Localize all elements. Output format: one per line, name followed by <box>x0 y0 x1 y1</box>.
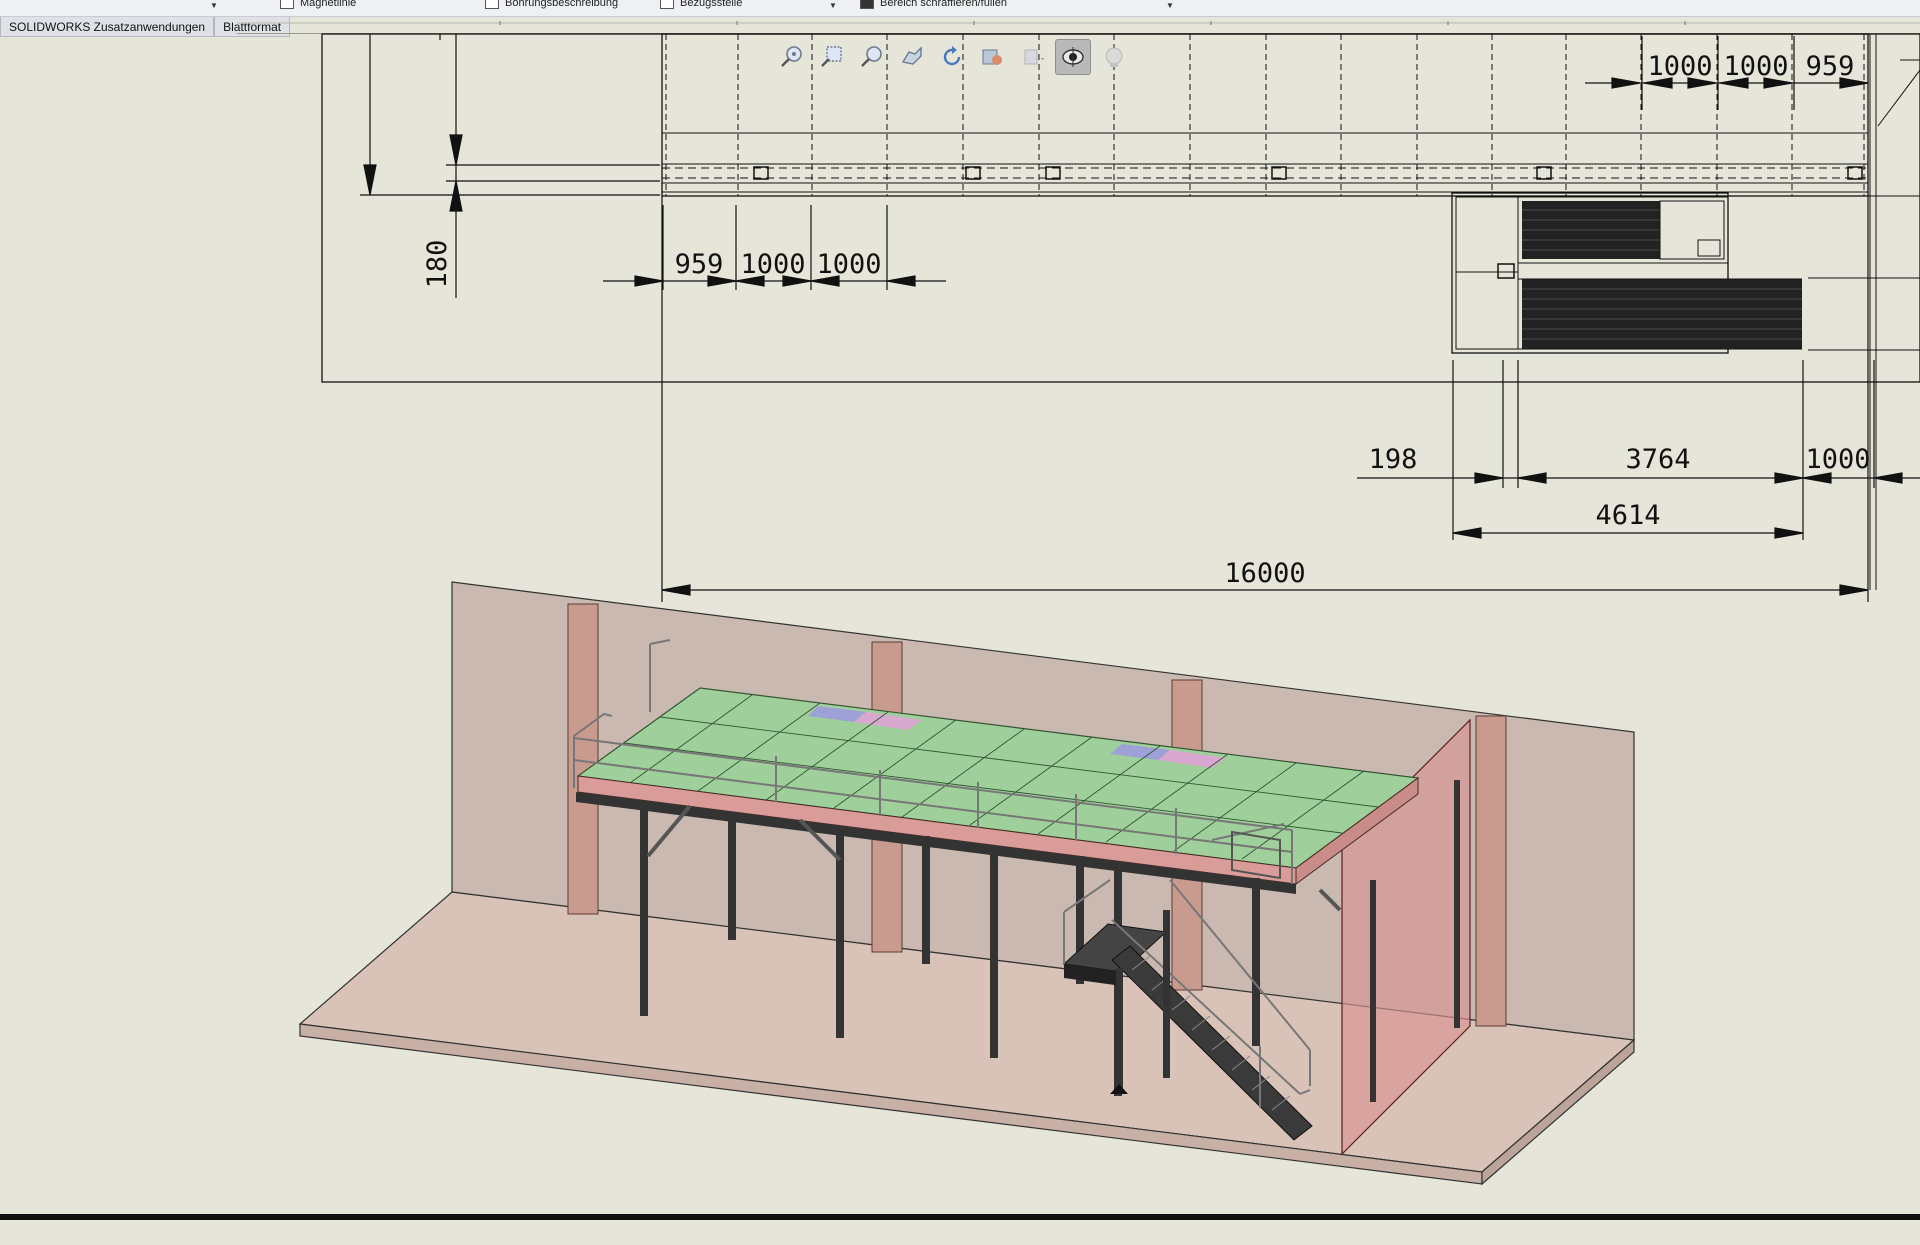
heads-up-view-toolbar <box>775 38 1131 76</box>
dim-left-1000-a[interactable]: 1000 <box>740 249 805 280</box>
zoom-to-area-button[interactable] <box>815 40 849 74</box>
status-area <box>0 1220 1920 1245</box>
dim-top-1000-a[interactable]: 1000 <box>1647 51 1712 82</box>
display-style-icon <box>982 49 1002 65</box>
dim-3764[interactable]: 3764 <box>1625 444 1690 475</box>
dim-198[interactable]: 198 <box>1369 444 1418 475</box>
dim-top-1000-b[interactable]: 1000 <box>1723 51 1788 82</box>
view-orientation-button[interactable] <box>1055 39 1091 75</box>
zoom-to-area-icon <box>821 46 842 67</box>
dim-16000[interactable]: 16000 <box>1224 558 1305 589</box>
pan-button[interactable] <box>895 40 929 74</box>
zoom-to-fit-button[interactable] <box>775 40 809 74</box>
hide-show-items-button[interactable] <box>1015 40 1049 74</box>
drawing-sheet[interactable]: 1000 1000 959 180 959 1000 1000 198 3764… <box>0 0 1920 1214</box>
dim-1000-right[interactable]: 1000 <box>1805 444 1870 475</box>
dim-left-180[interactable]: 180 <box>422 240 453 289</box>
appearance-button[interactable] <box>1097 40 1131 74</box>
display-style-button[interactable] <box>975 40 1009 74</box>
zoom-in-out-icon <box>861 46 882 67</box>
appearance-icon <box>1105 47 1123 67</box>
zoom-in-out-button[interactable] <box>855 40 889 74</box>
rotate-icon <box>943 46 961 66</box>
dim-left-1000-b[interactable]: 1000 <box>816 249 881 280</box>
pan-icon <box>901 46 922 65</box>
view-orientation-icon <box>1062 47 1084 67</box>
rotate-button[interactable] <box>935 40 969 74</box>
dim-top-959[interactable]: 959 <box>1806 51 1855 82</box>
zoom-to-fit-icon <box>781 46 802 67</box>
hide-show-items-icon <box>1024 49 1044 65</box>
isometric-view[interactable] <box>298 581 1636 1186</box>
dim-left-959[interactable]: 959 <box>675 249 724 280</box>
top-view[interactable] <box>321 33 1920 590</box>
dim-4614[interactable]: 4614 <box>1595 500 1660 531</box>
